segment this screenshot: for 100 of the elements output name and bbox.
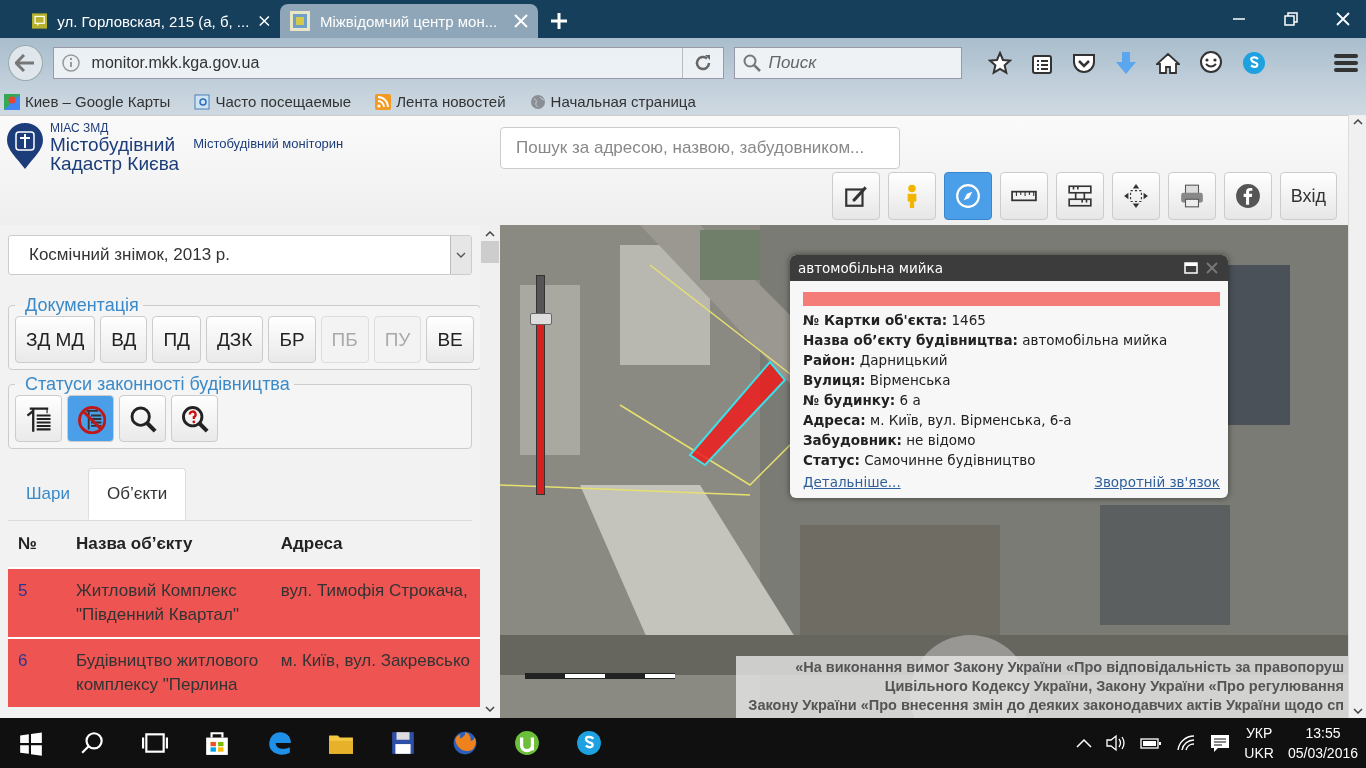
table-cell: Житловий Комплекс "Південний Квартал" bbox=[66, 568, 271, 638]
tool-button[interactable] bbox=[831, 172, 880, 220]
site-subtitle: Містобудівний моніторин bbox=[193, 136, 344, 151]
tab-title: Міжвідомчий центр мон... bbox=[320, 12, 499, 30]
edge-browser-icon[interactable] bbox=[266, 730, 292, 756]
status-filter-button[interactable] bbox=[171, 395, 218, 442]
disclaimer-text: «На виконання вимог Закону України «Про відповідальність за правопоруш bbox=[795, 658, 1344, 677]
rss-icon bbox=[375, 93, 392, 110]
scroll-down-icon[interactable] bbox=[1352, 708, 1363, 714]
keyboard-layout[interactable]: UKR bbox=[1244, 743, 1274, 763]
language-indicator[interactable]: УКР bbox=[1245, 723, 1273, 743]
table-row[interactable]: 5 Житловий Комплекс "Південний Квартал" вул. Тимофія Строкача, bbox=[8, 568, 480, 638]
compass-icon bbox=[954, 183, 981, 209]
plus-icon[interactable] bbox=[550, 12, 568, 30]
fox-globe-icon[interactable] bbox=[452, 730, 478, 756]
bookmark-link[interactable]: Часто посещаемые bbox=[215, 93, 352, 110]
speaker-icon[interactable] bbox=[1106, 734, 1127, 752]
reading-list-icon[interactable] bbox=[1031, 52, 1053, 74]
logo-caption: МІАС ЗМД bbox=[50, 122, 110, 135]
search-icon[interactable] bbox=[80, 730, 106, 756]
tool-button[interactable] bbox=[1055, 172, 1104, 220]
scroll-down-icon[interactable] bbox=[485, 706, 495, 712]
facebook-icon bbox=[1234, 183, 1261, 209]
document-button[interactable]: БР bbox=[268, 316, 316, 363]
table-cell: м. Київ, вул. Закревсько bbox=[270, 638, 480, 707]
browser-tab[interactable]: ул. Горловская, 215 (а, б, ... bbox=[22, 4, 280, 38]
smiley-icon[interactable] bbox=[1199, 51, 1223, 75]
pocket-icon[interactable] bbox=[1072, 52, 1096, 74]
windows-logo-icon[interactable] bbox=[18, 730, 44, 756]
info-line: Статус: Самочинне будівництво bbox=[803, 452, 1037, 468]
bookmark-link[interactable]: Начальная страница bbox=[550, 93, 696, 110]
document-button[interactable]: ПД bbox=[152, 316, 201, 363]
scroll-thumb[interactable] bbox=[481, 241, 499, 263]
status-filter-button[interactable] bbox=[67, 395, 114, 442]
reload-icon[interactable] bbox=[693, 54, 712, 72]
task-view-icon[interactable] bbox=[142, 730, 168, 756]
wifi-icon[interactable] bbox=[1176, 734, 1197, 752]
table-row[interactable]: 6 Будівництво житлового комплексу "Перлина м. Київ, вул. Закревсько bbox=[8, 638, 480, 707]
image-icon bbox=[194, 93, 211, 110]
document-button[interactable]: ДЗК bbox=[206, 316, 264, 363]
table-cell: Будівництво житлового комплексу "Перлина bbox=[66, 638, 271, 707]
scroll-up-icon[interactable] bbox=[1352, 119, 1363, 125]
chat-favicon-icon bbox=[32, 11, 48, 31]
document-button[interactable]: ЗД МД bbox=[15, 316, 96, 363]
status-filter-button[interactable] bbox=[119, 395, 166, 442]
column-header: Назва об’єкту bbox=[66, 521, 271, 568]
battery-icon[interactable] bbox=[1140, 736, 1163, 750]
search-field[interactable]: Пошук за адресою, назвою, забудовником... bbox=[500, 127, 900, 169]
highlighted-parcel[interactable] bbox=[688, 360, 787, 467]
no-construction-icon bbox=[75, 403, 106, 434]
back-arrow-icon bbox=[15, 54, 36, 72]
info-line: Забудовник: не відомо bbox=[803, 432, 977, 448]
printer-icon bbox=[1178, 183, 1205, 209]
tool-button[interactable] bbox=[1111, 172, 1160, 220]
mu-logo-icon[interactable] bbox=[514, 730, 540, 756]
basemap-select[interactable]: Космічний знімок, 2013 р. bbox=[8, 235, 472, 275]
document-button[interactable]: ВД bbox=[100, 316, 148, 363]
disclaimer-text: Закону України «Про внесення змін до деяких законодавчих актів України щодо сп bbox=[748, 696, 1344, 715]
home-icon[interactable] bbox=[1156, 52, 1180, 74]
maximize-icon[interactable] bbox=[1184, 262, 1198, 274]
tool-button[interactable] bbox=[999, 172, 1048, 220]
back-button[interactable] bbox=[8, 45, 43, 81]
clock[interactable]: 13:55 05/03/2016 bbox=[1287, 723, 1358, 763]
search-icon bbox=[742, 54, 761, 72]
notification-icon[interactable] bbox=[1210, 733, 1231, 753]
bookmark-link[interactable]: Лента новостей bbox=[396, 93, 506, 110]
edit-icon bbox=[842, 183, 869, 209]
feedback-link[interactable]: Зворотній зв'язок bbox=[1094, 474, 1220, 490]
login-button[interactable]: Вхід bbox=[1279, 172, 1337, 220]
slider-thumb[interactable] bbox=[530, 313, 552, 325]
shopping-bag-icon[interactable] bbox=[204, 730, 230, 756]
tab-title: ул. Горловская, 215 (а, б, ... bbox=[57, 12, 250, 30]
info-line: Район: Дарницький bbox=[803, 352, 949, 368]
status-filter-button[interactable] bbox=[15, 395, 62, 442]
move-arrows-icon bbox=[1122, 183, 1149, 209]
details-link[interactable]: Детальніше... bbox=[803, 474, 901, 490]
address-field[interactable]: monitor.mkk.kga.gov.ua bbox=[52, 47, 724, 79]
logo-title: Кадастр Києва bbox=[50, 154, 180, 173]
panel-tab[interactable]: Об’єкти bbox=[88, 468, 187, 520]
column-header: Адреса bbox=[270, 521, 480, 568]
chevron-down-icon bbox=[456, 252, 466, 258]
star-icon[interactable] bbox=[988, 51, 1012, 75]
scrollbar[interactable] bbox=[1348, 115, 1366, 718]
map-pin-icon bbox=[4, 93, 20, 110]
panel-heading: Документація bbox=[24, 295, 140, 316]
column-header: № bbox=[8, 521, 66, 568]
info-line: Назва об’єкту будівництва: автомобільна мийка bbox=[803, 332, 1169, 348]
document-button[interactable]: ВЕ bbox=[426, 316, 474, 363]
skype-icon[interactable] bbox=[576, 730, 602, 756]
restore-icon[interactable] bbox=[1284, 12, 1298, 26]
popup-title: автомобільна мийка bbox=[798, 260, 944, 276]
menu-icon[interactable] bbox=[1334, 53, 1358, 73]
bookmark-link[interactable]: Киев – Google Карты bbox=[25, 93, 171, 110]
tool-button[interactable] bbox=[1223, 172, 1272, 220]
search-field[interactable]: Поиск bbox=[733, 47, 962, 79]
chevron-up-icon[interactable] bbox=[1076, 738, 1093, 748]
scroll-up-icon[interactable] bbox=[485, 231, 495, 237]
question-search-icon bbox=[179, 403, 210, 434]
info-line: Вулиця: Вірменська bbox=[803, 372, 952, 388]
info-line: Адреса: м. Київ, вул. Вірменська, 6-а bbox=[803, 412, 1073, 428]
